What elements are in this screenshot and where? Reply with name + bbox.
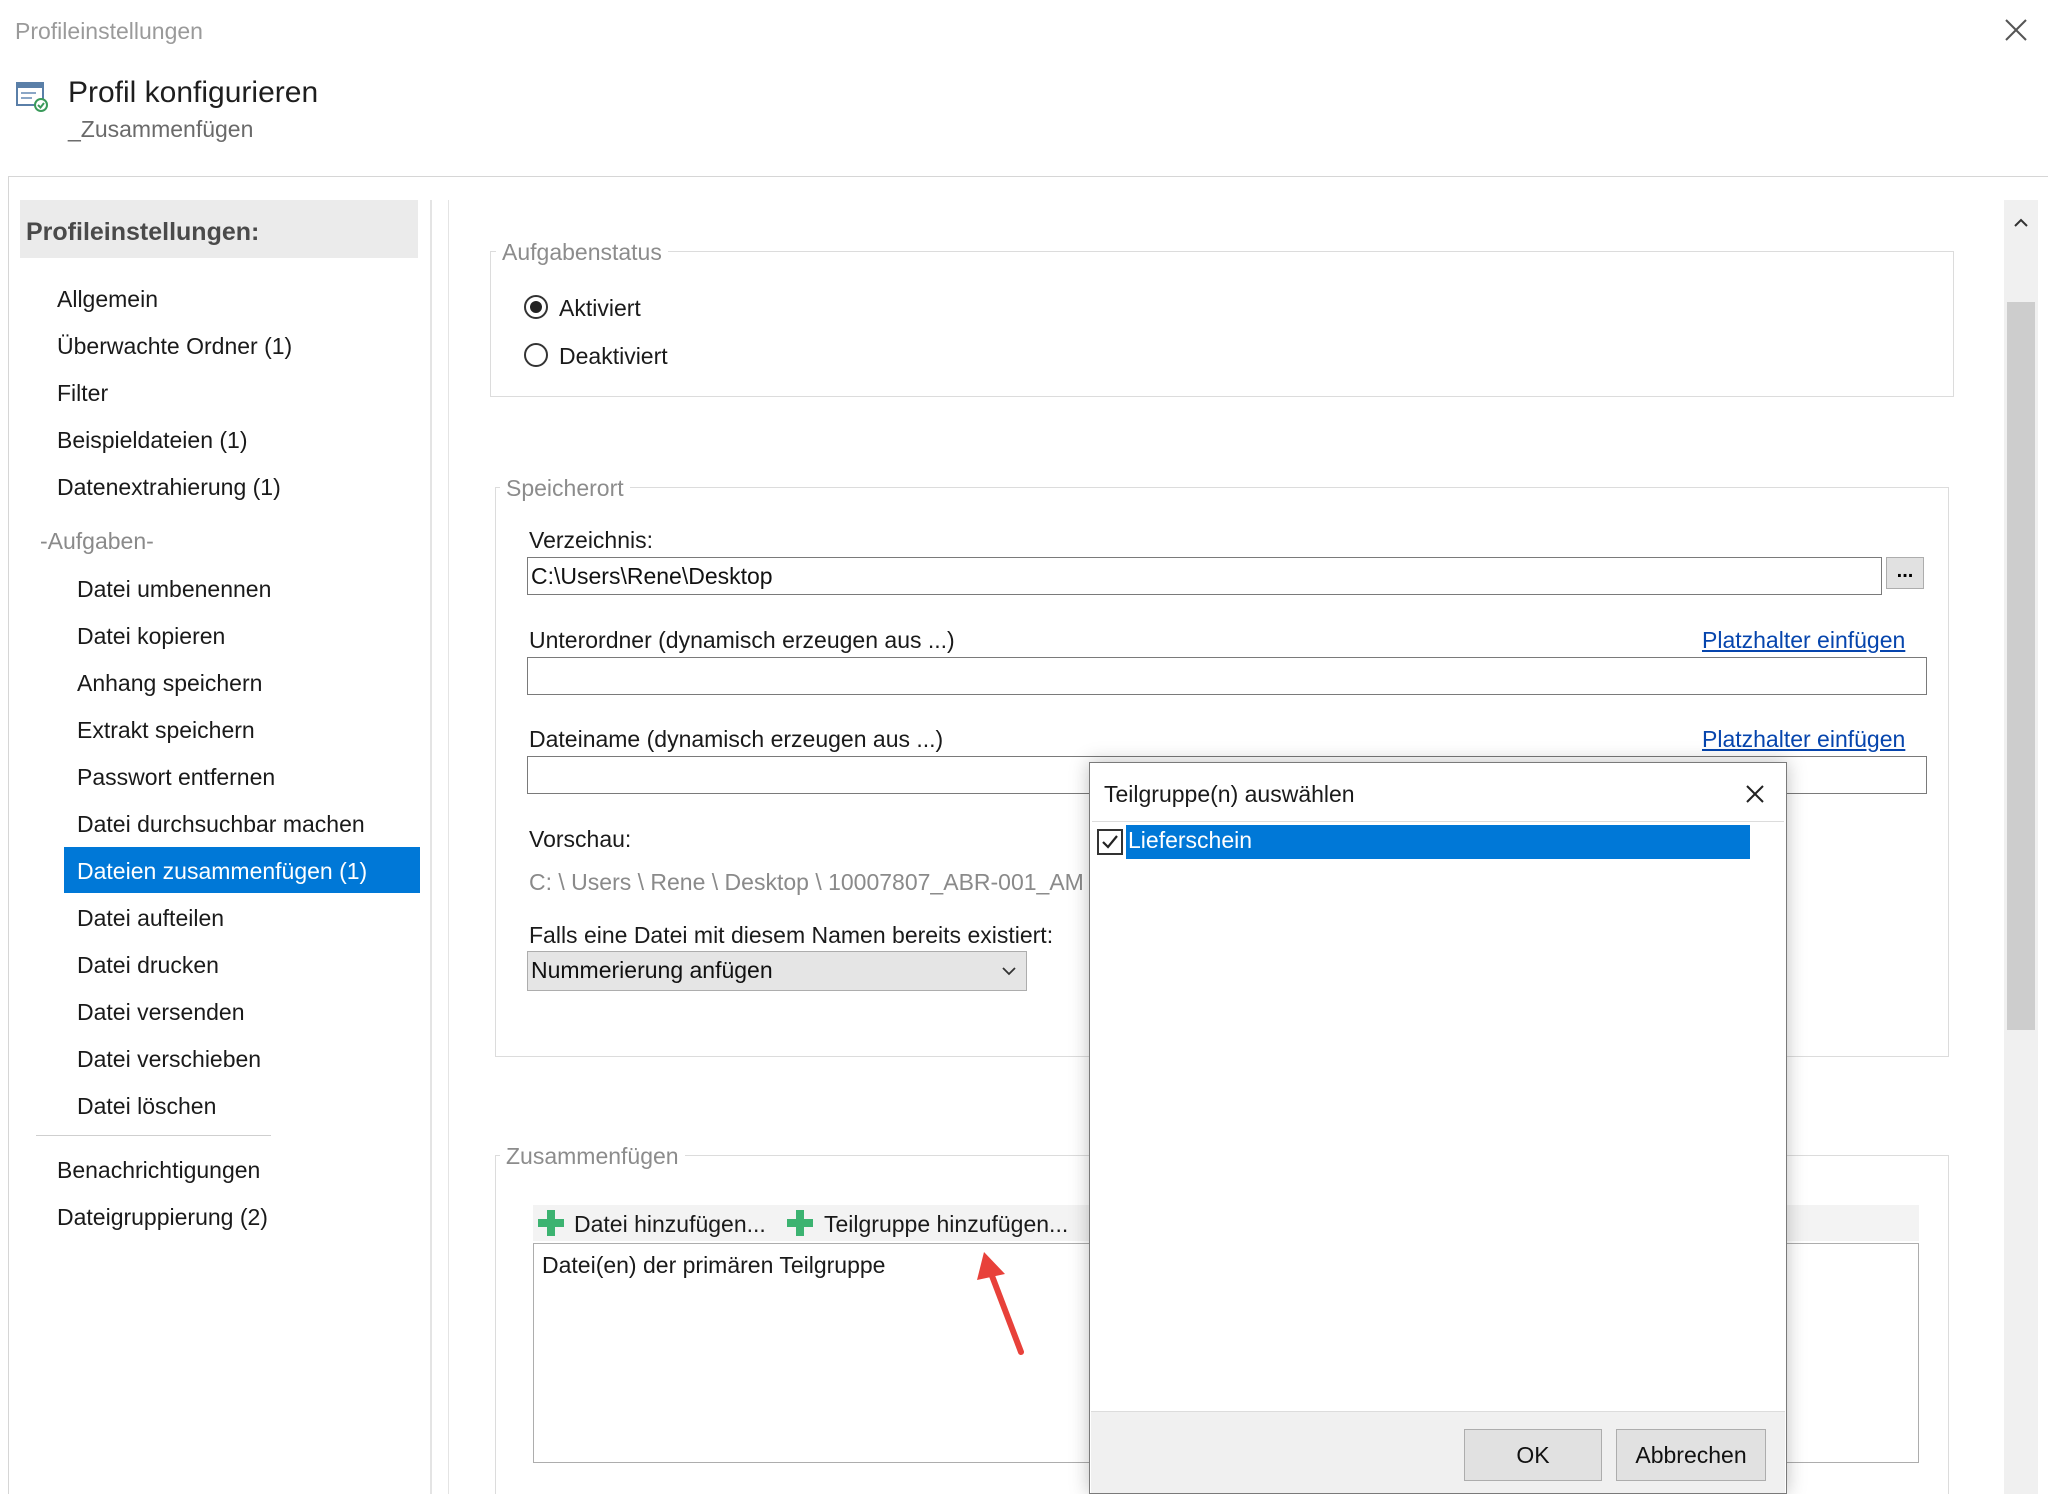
- unterordner-label: Unterordner (dynamisch erzeugen aus ...): [529, 627, 955, 653]
- sidebar-item-ueberwachte-ordner[interactable]: Überwachte Ordner (1): [57, 333, 292, 360]
- sidebar-item-anhang-speichern[interactable]: Anhang speichern: [77, 670, 262, 697]
- sidebar-item-allgemein[interactable]: Allgemein: [57, 286, 158, 313]
- sidebar-item-dateigruppierung[interactable]: Dateigruppierung (2): [57, 1204, 268, 1231]
- sidebar-item-datei-drucken[interactable]: Datei drucken: [77, 952, 219, 979]
- window-title: Profileinstellungen: [15, 18, 203, 44]
- checkmark-icon: [1102, 835, 1118, 849]
- list-item[interactable]: Datei(en) der primären Teilgruppe: [542, 1252, 885, 1279]
- annotation-arrow-icon: [977, 1252, 1024, 1355]
- plus-icon: [538, 1210, 564, 1236]
- sidebar-item-passwort-entfernen[interactable]: Passwort entfernen: [77, 764, 275, 791]
- scroll-up-icon[interactable]: [2008, 210, 2034, 236]
- profile-name: _Zusammenfügen: [68, 116, 254, 142]
- page-title: Profil konfigurieren: [68, 76, 319, 109]
- close-icon: [2005, 19, 2027, 41]
- sidebar-item-filter[interactable]: Filter: [57, 380, 108, 407]
- dateiname-label: Dateiname (dynamisch erzeugen aus ...): [529, 726, 944, 752]
- profile-settings-icon: [16, 82, 48, 112]
- dialog-close-button[interactable]: [1738, 777, 1772, 811]
- sidebar-item-beispieldateien[interactable]: Beispieldateien (1): [57, 427, 248, 454]
- unterordner-input[interactable]: [527, 657, 1927, 695]
- aufgabenstatus-title: Aufgabenstatus: [496, 239, 668, 266]
- file-exists-select[interactable]: Nummerierung anfügen: [527, 951, 1027, 991]
- window-close-button[interactable]: [1996, 10, 2036, 50]
- unterordner-placeholder-link[interactable]: Platzhalter einfügen: [1702, 627, 1905, 654]
- sidebar-item-datei-verschieben[interactable]: Datei verschieben: [77, 1046, 261, 1073]
- file-exists-selected-value: Nummerierung anfügen: [531, 957, 773, 983]
- subgroup-select-dialog: Teilgruppe(n) auswählen Lieferschein OK …: [1089, 762, 1787, 1494]
- subgroup-checkbox-lieferschein[interactable]: [1097, 829, 1123, 855]
- file-exists-label: Falls eine Datei mit diesem Namen bereit…: [529, 922, 1054, 948]
- vorschau-label: Vorschau:: [529, 826, 632, 852]
- sidebar-item-datei-loeschen[interactable]: Datei löschen: [77, 1093, 216, 1120]
- main-scrollbar-thumb[interactable]: [2007, 302, 2035, 1030]
- chevron-down-icon: [1002, 967, 1016, 976]
- vorschau-value: C: \ Users \ Rene \ Desktop \ 10007807_A…: [529, 869, 1084, 895]
- sidebar-separator: [430, 200, 432, 1494]
- sidebar-item-datei-durchsuchbar[interactable]: Datei durchsuchbar machen: [77, 811, 365, 838]
- add-file-label: Datei hinzufügen...: [574, 1211, 766, 1237]
- sidebar-item-datei-aufteilen[interactable]: Datei aufteilen: [77, 905, 224, 932]
- sidebar-item-datei-umbenennen[interactable]: Datei umbenennen: [77, 576, 271, 603]
- sidebar-group-aufgaben: -Aufgaben-: [40, 528, 154, 554]
- browse-directory-button[interactable]: ...: [1886, 557, 1924, 589]
- aufgabenstatus-group: [490, 251, 1954, 397]
- sidebar-separator-inner: [448, 200, 449, 1494]
- sidebar-item-dateien-zusammenfuegen[interactable]: Dateien zusammenfügen (1): [77, 858, 367, 885]
- zusammenfuegen-title: Zusammenfügen: [500, 1143, 685, 1170]
- radio-deaktiviert[interactable]: [524, 343, 548, 367]
- close-icon: [1746, 785, 1764, 803]
- ok-button[interactable]: OK: [1464, 1429, 1602, 1481]
- sidebar-item-datei-kopieren[interactable]: Datei kopieren: [77, 623, 225, 650]
- dateiname-placeholder-link[interactable]: Platzhalter einfügen: [1702, 726, 1905, 753]
- sidebar-item-datenextrahierung[interactable]: Datenextrahierung (1): [57, 474, 281, 501]
- radio-deaktiviert-label[interactable]: Deaktiviert: [559, 343, 668, 370]
- add-subgroup-label: Teilgruppe hinzufügen...: [824, 1211, 1069, 1237]
- verzeichnis-label: Verzeichnis:: [529, 527, 654, 553]
- radio-aktiviert[interactable]: [524, 295, 548, 319]
- subgroup-list[interactable]: [1092, 821, 1784, 1411]
- sidebar-heading: Profileinstellungen:: [26, 218, 260, 246]
- verzeichnis-input[interactable]: C:\Users\Rene\Desktop: [527, 557, 1882, 595]
- speicherort-title: Speicherort: [500, 475, 630, 502]
- sidebar-item-benachrichtigungen[interactable]: Benachrichtigungen: [57, 1157, 260, 1184]
- cancel-button[interactable]: Abbrechen: [1616, 1429, 1766, 1481]
- plus-icon: [787, 1210, 813, 1236]
- subgroup-item-lieferschein[interactable]: Lieferschein: [1128, 827, 1252, 854]
- sidebar-item-extrakt-speichern[interactable]: Extrakt speichern: [77, 717, 255, 744]
- dialog-title: Teilgruppe(n) auswählen: [1104, 781, 1355, 807]
- sidebar-divider: [36, 1135, 271, 1136]
- radio-aktiviert-label[interactable]: Aktiviert: [559, 295, 641, 322]
- sidebar-item-datei-versenden[interactable]: Datei versenden: [77, 999, 245, 1026]
